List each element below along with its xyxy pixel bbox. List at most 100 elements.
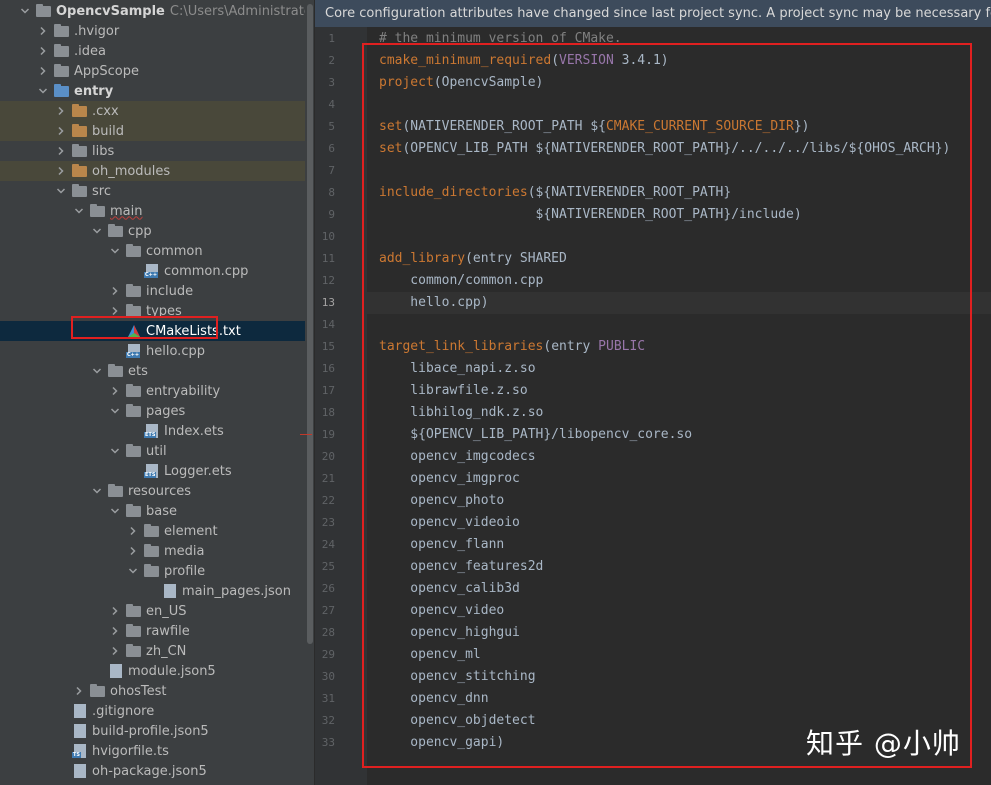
chevron-down-icon[interactable] (18, 4, 32, 18)
chevron-right-icon[interactable] (108, 644, 122, 658)
folder-icon (54, 24, 70, 38)
tree-row-oh-modules[interactable]: oh_modules (0, 161, 315, 181)
tree-row-libs[interactable]: libs (0, 141, 315, 161)
folder-icon (126, 644, 142, 658)
tree-row-src[interactable]: src (0, 181, 315, 201)
folder-icon (72, 124, 88, 138)
tree-row-resources[interactable]: resources (0, 481, 315, 501)
tree-row-cxx[interactable]: .cxx (0, 101, 315, 121)
tree-row-base[interactable]: base (0, 501, 315, 521)
tree-row-label: module.json5 (128, 663, 216, 679)
tree-row-build[interactable]: build (0, 121, 315, 141)
folder-icon (126, 504, 142, 518)
sync-notification-banner[interactable]: Core configuration attributes have chang… (315, 0, 991, 27)
tree-row-logger-ets[interactable]: ETS Logger.ets (0, 461, 315, 481)
tree-row-label: pages (146, 403, 186, 419)
chevron-right-icon[interactable] (54, 104, 68, 118)
line-number: 19 (321, 428, 335, 441)
line-number: 31 (321, 692, 335, 705)
folder-icon (108, 224, 124, 238)
tree-row-pages[interactable]: pages (0, 401, 315, 421)
tree-row-module-json5[interactable]: module.json5 (0, 661, 315, 681)
line-number: 11 (321, 252, 335, 265)
chevron-right-icon[interactable] (54, 144, 68, 158)
line-number: 9 (328, 208, 335, 221)
chevron-down-icon[interactable] (108, 244, 122, 258)
project-tree-panel: OpencvSampleC:\Users\Administrator\DevEc… (0, 0, 315, 785)
folder-icon (126, 384, 142, 398)
chevron-down-icon[interactable] (90, 484, 104, 498)
line-number: 18 (321, 406, 335, 419)
tree-row-element[interactable]: element (0, 521, 315, 541)
line-number: 10 (321, 230, 335, 243)
tree-row-util[interactable]: util (0, 441, 315, 461)
chevron-right-icon[interactable] (54, 124, 68, 138)
tree-row-appscope[interactable]: AppScope (0, 61, 315, 81)
tree-row-rawfile[interactable]: rawfile (0, 621, 315, 641)
chevron-down-icon[interactable] (72, 204, 86, 218)
tree-row-idea[interactable]: .idea (0, 41, 315, 61)
chevron-right-icon[interactable] (126, 544, 140, 558)
tree-row-zh-cn[interactable]: zh_CN (0, 641, 315, 661)
tree-row-label: include (146, 283, 194, 299)
chevron-right-icon[interactable] (108, 384, 122, 398)
chevron-down-icon[interactable] (108, 404, 122, 418)
tree-row-hvigor[interactable]: .hvigor (0, 21, 315, 41)
chevron-down-icon[interactable] (90, 364, 104, 378)
tree-row-ets[interactable]: ets (0, 361, 315, 381)
line-number: 8 (328, 186, 335, 199)
chevron-down-icon[interactable] (108, 504, 122, 518)
tree-row-label: util (146, 443, 167, 459)
project-tree-scrollbar-thumb[interactable] (307, 4, 313, 644)
folder-icon (144, 524, 160, 538)
cpp-file-icon: C++ (144, 264, 160, 278)
tree-row-common[interactable]: common (0, 241, 315, 261)
folder-icon (72, 184, 88, 198)
tree-row-hvigorfile-ts[interactable]: TS hvigorfile.ts (0, 741, 315, 761)
tree-row-gitignore[interactable]: .gitignore (0, 701, 315, 721)
chevron-right-icon[interactable] (54, 164, 68, 178)
ets-file-icon: ETS (144, 464, 160, 478)
chevron-right-icon[interactable] (126, 524, 140, 538)
tree-row-en-us[interactable]: en_US (0, 601, 315, 621)
sync-notification-text: Core configuration attributes have chang… (325, 6, 991, 21)
tree-row-opencvsample[interactable]: OpencvSampleC:\Users\Administrator\DevEc… (0, 1, 315, 21)
tree-row-media[interactable]: media (0, 541, 315, 561)
tree-row-common-cpp[interactable]: C++ common.cpp (0, 261, 315, 281)
chevron-right-icon[interactable] (36, 44, 50, 58)
chevron-right-icon[interactable] (108, 624, 122, 638)
line-number: 16 (321, 362, 335, 375)
tree-row-main-pages-json[interactable]: main_pages.json (0, 581, 315, 601)
tree-row-label: libs (92, 143, 115, 159)
tree-row-label: ohosTest (110, 683, 167, 699)
tree-row-index-ets[interactable]: ETS Index.ets (0, 421, 315, 441)
tree-row-profile[interactable]: profile (0, 561, 315, 581)
tree-row-build-profile-json5[interactable]: build-profile.json5 (0, 721, 315, 741)
tree-row-label: AppScope (74, 63, 139, 79)
chevron-down-icon[interactable] (54, 184, 68, 198)
chevron-right-icon[interactable] (72, 684, 86, 698)
tree-row-entryability[interactable]: entryability (0, 381, 315, 401)
tree-row-cpp[interactable]: cpp (0, 221, 315, 241)
chevron-right-icon[interactable] (108, 284, 122, 298)
tree-row-oh-package-json5[interactable]: oh-package.json5 (0, 761, 315, 781)
folder-icon (144, 544, 160, 558)
chevron-right-icon[interactable] (36, 64, 50, 78)
chevron-down-icon[interactable] (126, 564, 140, 578)
line-number: 33 (321, 736, 335, 749)
folder-icon (54, 84, 70, 98)
tree-row-include[interactable]: include (0, 281, 315, 301)
tree-row-label: en_US (146, 603, 187, 619)
chevron-down-icon[interactable] (36, 84, 50, 98)
chevron-down-icon[interactable] (90, 224, 104, 238)
tree-row-entry[interactable]: entry (0, 81, 315, 101)
chevron-down-icon[interactable] (108, 444, 122, 458)
line-number: 5 (328, 120, 335, 133)
tree-row-ohostest[interactable]: ohosTest (0, 681, 315, 701)
chevron-right-icon[interactable] (108, 604, 122, 618)
tree-row-hello-cpp[interactable]: C++ hello.cpp (0, 341, 315, 361)
folder-icon (126, 604, 142, 618)
tree-row-main[interactable]: main (0, 201, 315, 221)
chevron-right-icon[interactable] (36, 24, 50, 38)
line-number: 13 (321, 296, 335, 309)
